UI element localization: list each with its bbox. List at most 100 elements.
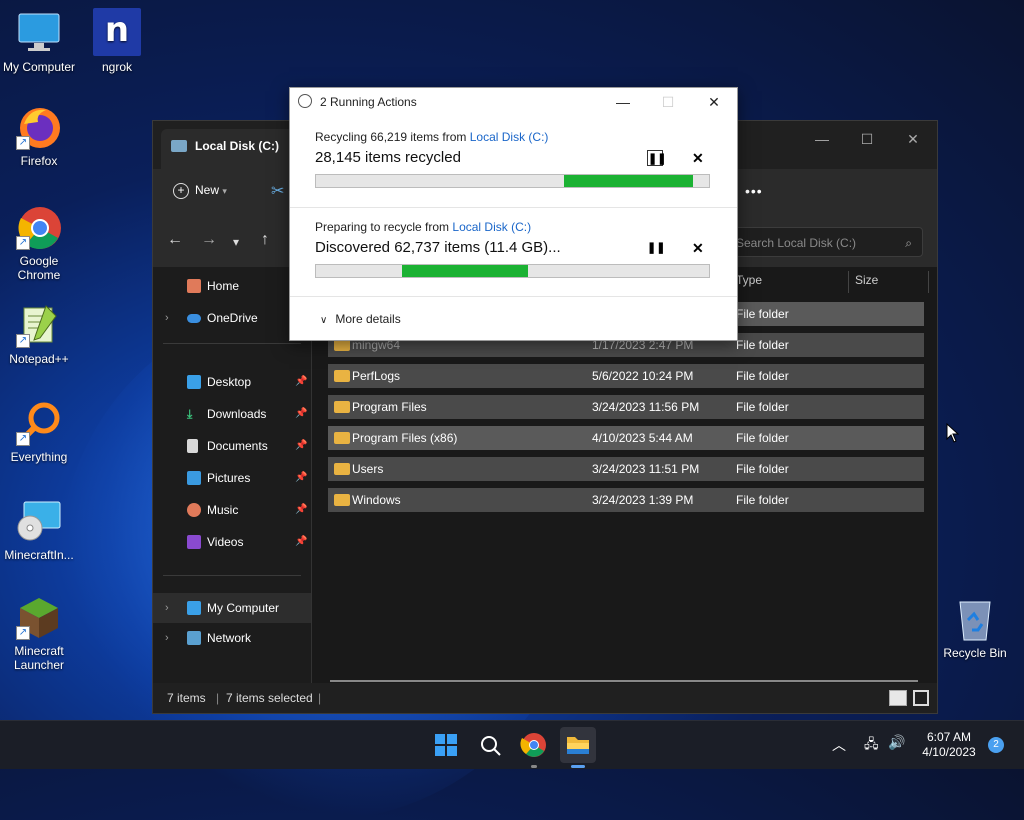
desktop-icon-minecraft-launcher[interactable]: ↗ Minecraft Launcher <box>1 594 77 672</box>
close-icon[interactable]: ✕ <box>699 92 729 112</box>
network-icon <box>187 631 201 645</box>
file-type: File folder <box>736 493 789 507</box>
desktop-icon-recycle-bin[interactable]: Recycle Bin <box>937 596 1013 660</box>
chevron-right-icon[interactable]: › <box>165 593 169 623</box>
pin-icon: 📌 <box>295 408 308 419</box>
cut-icon[interactable]: ✂ <box>271 181 284 201</box>
cancel-icon[interactable]: ✕ <box>692 150 704 167</box>
progress-fill <box>563 175 694 187</box>
ngrok-letter: n <box>104 10 130 50</box>
clock-time: 6:07 AM <box>926 730 972 744</box>
table-row[interactable]: Windows 3/24/2023 1:39 PM File folder <box>328 488 924 512</box>
network-status-icon[interactable]: 🖧 <box>864 735 879 757</box>
source-link[interactable]: Local Disk (C:) <box>452 220 531 234</box>
minecraft-block-icon: ↗ <box>16 594 62 640</box>
cloud-icon <box>187 314 201 323</box>
close-icon[interactable]: ✕ <box>898 129 928 149</box>
minimize-icon[interactable]: — <box>608 92 638 112</box>
chevron-down-icon[interactable]: ▾ <box>233 235 239 249</box>
back-arrow-icon[interactable]: ← <box>167 231 183 249</box>
sidebar-item-pictures[interactable]: Pictures 📌 <box>153 465 311 491</box>
table-row[interactable]: Program Files (x86) 4/10/2023 5:44 AM Fi… <box>328 426 924 450</box>
desktop-icon-notepadpp[interactable]: ↗ Notepad++ <box>1 302 77 366</box>
everything-search-icon: ↗ <box>16 400 62 446</box>
table-row[interactable]: Users 3/24/2023 11:51 PM File folder <box>328 457 924 481</box>
pin-icon: 📌 <box>295 376 308 387</box>
taskbar-clock[interactable]: 6:07 AM 4/10/2023 <box>914 730 984 760</box>
more-details-button[interactable]: ∨ More details <box>320 312 401 326</box>
desktop-icon-everything[interactable]: ↗ Everything <box>1 400 77 464</box>
source-link[interactable]: Local Disk (C:) <box>470 130 549 144</box>
pause-icon[interactable]: ❚❚ <box>647 150 666 166</box>
file-date: 3/24/2023 11:56 PM <box>592 400 700 414</box>
action-status: 28,145 items recycled <box>315 149 461 166</box>
column-header-size[interactable]: Size <box>855 273 878 287</box>
file-date: 3/24/2023 11:51 PM <box>592 462 700 476</box>
taskbar-chrome[interactable] <box>518 729 550 768</box>
dialog-titlebar: 2 Running Actions — ☐ ✕ <box>290 88 737 116</box>
start-button[interactable] <box>430 729 462 761</box>
horizontal-scrollbar[interactable] <box>330 680 918 682</box>
desktop-icon-my-computer[interactable]: My Computer <box>1 10 77 74</box>
sidebar-item-network[interactable]: › Network <box>153 625 311 651</box>
chevron-right-icon[interactable]: › <box>165 625 169 651</box>
desktop-icon-firefox[interactable]: ↗ Firefox <box>1 104 77 168</box>
sidebar-item-videos[interactable]: Videos 📌 <box>153 529 311 555</box>
details-view-icon[interactable] <box>889 690 907 706</box>
pause-icon[interactable]: ❚❚ <box>647 240 665 256</box>
sidebar-item-label: Videos <box>207 535 244 549</box>
sidebar-item-home[interactable]: Home <box>153 273 311 299</box>
status-divider: | <box>216 691 220 705</box>
sidebar-item-label: OneDrive <box>207 311 258 325</box>
up-arrow-icon[interactable]: ↑ <box>261 231 269 249</box>
new-button[interactable]: + New ▾ <box>173 183 227 199</box>
column-header-type[interactable]: Type <box>736 273 762 287</box>
forward-arrow-icon[interactable]: → <box>201 231 217 249</box>
dialog-title: 2 Running Actions <box>320 95 417 109</box>
desktop-icon-label: Notepad++ <box>9 352 69 366</box>
search-button[interactable] <box>474 729 506 761</box>
sidebar-item-my-computer[interactable]: › My Computer <box>153 593 311 623</box>
action-description: Recycling 66,219 items from Local Disk (… <box>315 130 548 144</box>
tab-title: Local Disk (C:) <box>195 139 280 153</box>
search-input[interactable]: Search Local Disk (C:) ⌕ <box>729 227 923 257</box>
action-status: Discovered 62,737 items (11.4 GB)... <box>315 239 561 256</box>
tiles-view-icon[interactable] <box>913 690 929 706</box>
download-icon: ⤓ <box>187 407 193 421</box>
file-date: 3/24/2023 1:39 PM <box>592 493 694 507</box>
desktop-icon-label: Everything <box>10 450 68 464</box>
desktop-icon-label: Firefox <box>20 154 58 168</box>
search-placeholder: Search Local Disk (C:) <box>736 236 857 250</box>
desktop-icon-ngrok[interactable]: n ngrok <box>79 8 155 74</box>
notification-badge[interactable]: 2 <box>988 737 1004 753</box>
volume-icon[interactable]: 🔊 <box>888 734 905 751</box>
action-prefix: Recycling 66,219 items from <box>315 130 470 144</box>
maximize-icon[interactable]: ☐ <box>852 129 882 149</box>
table-row[interactable]: Program Files 3/24/2023 11:56 PM File fo… <box>328 395 924 419</box>
file-date: 5/6/2022 10:24 PM <box>592 369 694 383</box>
chrome-icon <box>520 733 546 757</box>
table-row[interactable]: PerfLogs 5/6/2022 10:24 PM File folder <box>328 364 924 388</box>
chevron-down-icon: ▾ <box>222 186 227 196</box>
desktop-folder-icon <box>187 375 201 389</box>
status-divider: | <box>318 691 322 705</box>
sidebar-item-onedrive[interactable]: › OneDrive <box>153 305 311 331</box>
more-options-button[interactable]: ••• <box>745 183 763 199</box>
minimize-icon[interactable]: — <box>807 129 837 149</box>
chevron-right-icon[interactable]: › <box>165 305 169 331</box>
sidebar-item-music[interactable]: Music 📌 <box>153 497 311 523</box>
plus-icon: + <box>173 183 189 199</box>
sidebar-item-desktop[interactable]: Desktop 📌 <box>153 369 311 395</box>
file-name: Program Files (x86) <box>352 431 458 445</box>
sidebar-item-documents[interactable]: Documents 📌 <box>153 433 311 459</box>
desktop-icon-label: Minecraft Launcher <box>13 644 65 672</box>
chevron-up-icon[interactable]: ︿ <box>832 735 846 755</box>
sidebar-item-downloads[interactable]: ⤓ Downloads 📌 <box>153 401 311 427</box>
clock-icon <box>298 94 312 108</box>
desktop-icon-minecraft-installer[interactable]: MinecraftIn... <box>1 498 77 562</box>
cancel-icon[interactable]: ✕ <box>692 240 704 257</box>
sidebar-item-label: Documents <box>207 439 268 453</box>
home-icon <box>187 279 201 293</box>
taskbar-file-explorer[interactable] <box>560 727 596 768</box>
desktop-icon-chrome[interactable]: ↗ Google Chrome <box>1 204 77 282</box>
